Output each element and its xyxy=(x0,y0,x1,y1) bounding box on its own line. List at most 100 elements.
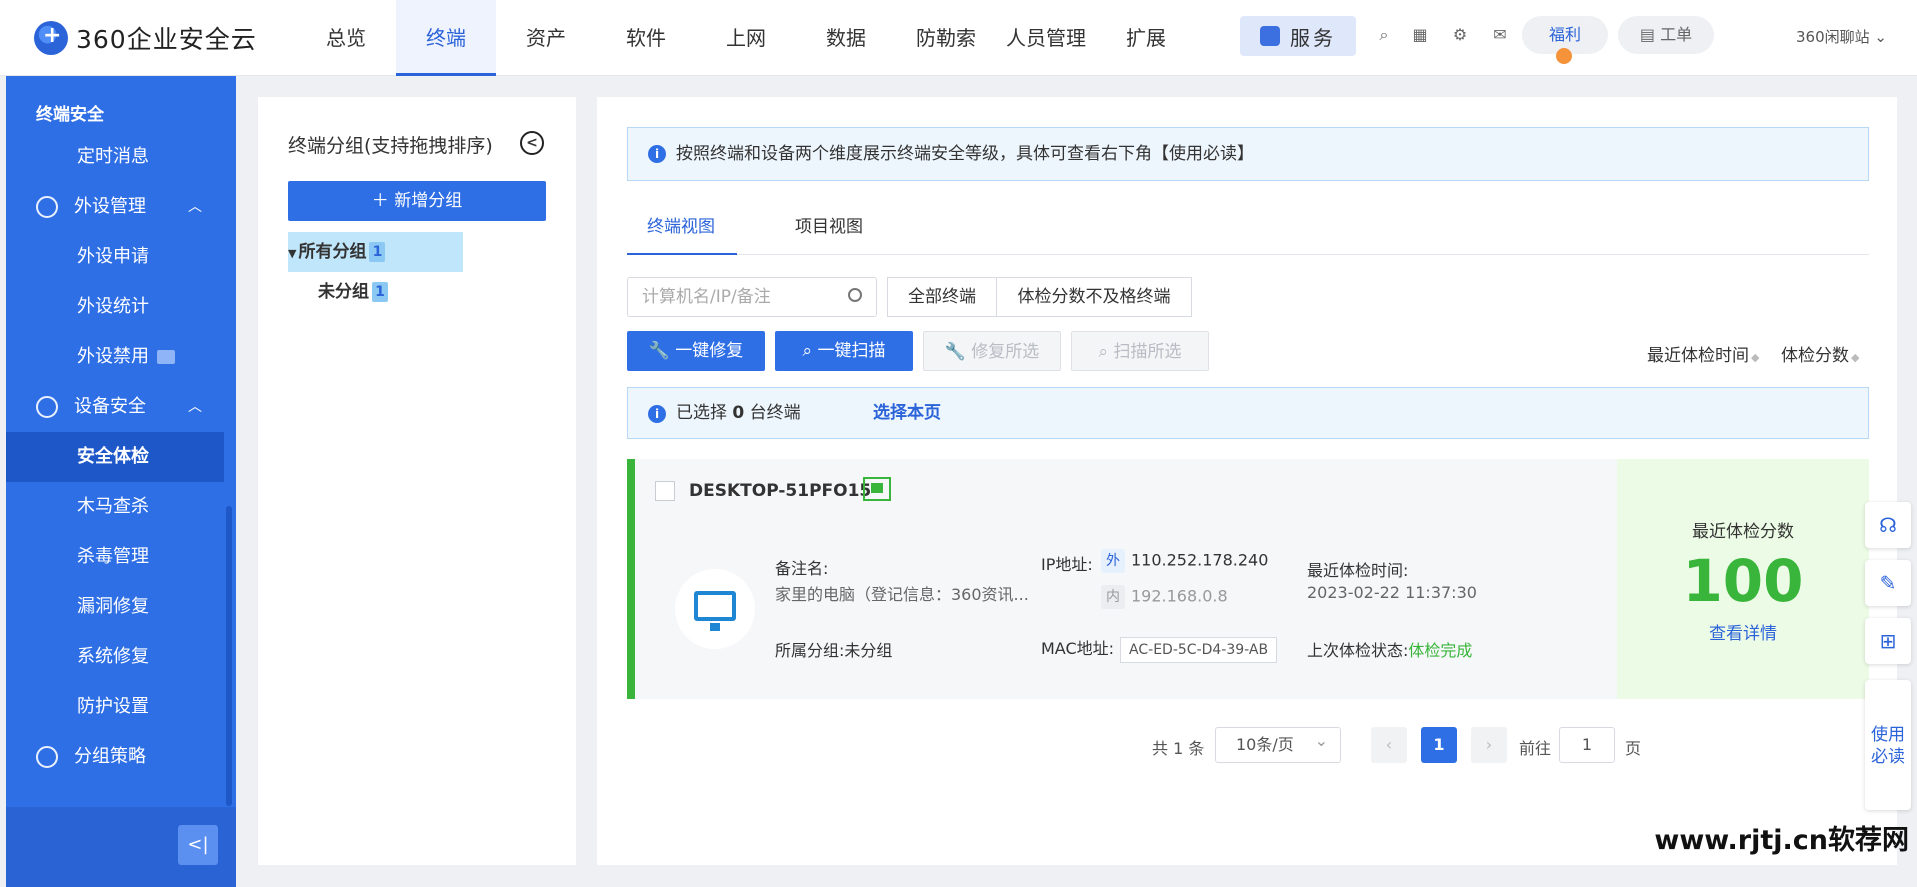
nav-ransomware[interactable]: 防勒索 xyxy=(896,0,996,76)
sidebar-item-timed-message[interactable]: 定时消息 xyxy=(6,132,224,182)
score-title: 最近体检分数 xyxy=(1692,522,1794,542)
info-icon: i xyxy=(648,405,666,423)
user-menu[interactable]: 360闲聊站 ⌄ xyxy=(1796,26,1887,47)
sort-icon: ◆ xyxy=(1851,351,1860,364)
sort-by-time[interactable]: 最近体检时间 ◆ xyxy=(1647,341,1759,366)
qrcode-icon[interactable]: ▦ xyxy=(1411,26,1429,44)
page-1-button[interactable]: 1 xyxy=(1421,727,1457,763)
check-time-label: 最近体检时间: xyxy=(1307,561,1409,580)
collapse-sidebar-button[interactable]: <| xyxy=(178,825,218,865)
mac-info: MAC地址: AC-ED-5C-D4-39-AB xyxy=(1041,635,1278,663)
goto-page-input[interactable]: 1 xyxy=(1559,727,1615,763)
sidebar-item-antivirus[interactable]: 杀毒管理 xyxy=(6,532,224,582)
sidebar-item-trojan-scan[interactable]: 木马查杀 xyxy=(6,482,224,532)
page-size-select[interactable]: 10条/页 xyxy=(1215,724,1341,763)
nav-internet[interactable]: 上网 xyxy=(696,0,796,76)
prev-page-button[interactable]: ‹ xyxy=(1371,727,1407,763)
sidebar-section-title: 终端安全 xyxy=(36,105,104,125)
tab-endpoint-view[interactable]: 终端视图 xyxy=(627,209,737,255)
sidebar-item-label: 分组策略 xyxy=(74,746,146,767)
notification-dot xyxy=(1556,48,1572,64)
sort-by-score[interactable]: 体检分数 ◆ xyxy=(1781,341,1859,366)
nav-endpoint[interactable]: 终端 xyxy=(396,0,496,76)
logo[interactable]: 360企业安全云 xyxy=(34,18,257,58)
filter-failed-endpoints[interactable]: 体检分数不及格终端 xyxy=(996,277,1192,317)
nav-extend[interactable]: 扩展 xyxy=(1096,0,1196,76)
mail-icon[interactable]: ✉ xyxy=(1491,26,1509,44)
org-chart-icon[interactable]: ⊞ xyxy=(1865,618,1911,664)
sidebar-item-security-check[interactable]: 安全体检 xyxy=(6,432,224,482)
button-label: 一键扫描 xyxy=(817,341,886,361)
sidebar-item-device-security[interactable]: 设备安全 ︿ xyxy=(6,382,224,432)
chart-icon xyxy=(157,350,175,364)
sort-icon: ◆ xyxy=(1751,351,1760,364)
fix-selected-button[interactable]: 🔧 修复所选 xyxy=(923,331,1061,371)
ticket-button[interactable]: ▤ 工单 xyxy=(1618,16,1714,54)
page-suffix: 页 xyxy=(1625,739,1642,758)
sort-label: 体检分数 xyxy=(1781,346,1849,366)
endpoint-checkbox[interactable] xyxy=(655,481,675,501)
edit-icon[interactable]: ✎ xyxy=(1865,560,1911,606)
add-group-label: 新增分组 xyxy=(394,191,463,211)
ip-label: IP地址: xyxy=(1041,555,1093,574)
sidebar-item-peripheral-disable[interactable]: 外设禁用 xyxy=(6,332,224,382)
one-click-fix-button[interactable]: 🔧 一键修复 xyxy=(627,331,765,371)
selected-count: 0 xyxy=(732,403,745,423)
group-panel-title: 终端分组(支持拖拽排序) xyxy=(288,135,493,157)
sidebar-item-system-fix[interactable]: 系统修复 xyxy=(6,632,224,682)
selected-suffix: 台终端 xyxy=(749,403,801,423)
sidebar-item-protection-settings[interactable]: 防护设置 xyxy=(6,682,224,732)
main-nav: 总览 终端 资产 软件 上网 数据 防勒索 人员管理 扩展 xyxy=(296,0,1196,76)
service-label: 服务 xyxy=(1290,25,1336,50)
filter-all-endpoints[interactable]: 全部终端 xyxy=(887,277,997,317)
sidebar-scrollbar[interactable] xyxy=(226,506,232,806)
selection-bar: i 已选择 0 台终端 选择本页 xyxy=(627,387,1869,439)
headset-icon[interactable]: ☊ xyxy=(1865,502,1911,548)
sidebar-item-group-policy[interactable]: 分组策略 xyxy=(6,732,224,782)
collapse-panel-icon[interactable]: < xyxy=(520,131,544,155)
scan-selected-button[interactable]: ⌕ 扫描所选 xyxy=(1071,331,1209,371)
next-page-button[interactable]: › xyxy=(1471,727,1507,763)
tree-item-all-groups[interactable]: ▼ 所有分组 1 xyxy=(288,232,463,272)
sidebar-footer: <| xyxy=(6,807,236,887)
endpoint-card[interactable]: DESKTOP-51PFO15 备注名: 家里的电脑（登记信息：360资讯...… xyxy=(627,459,1869,699)
tab-project-view[interactable]: 项目视图 xyxy=(795,209,863,255)
status-label: 上次体检状态: xyxy=(1307,641,1409,660)
tree-item-ungrouped[interactable]: 未分组 1 xyxy=(318,272,388,312)
sidebar-item-label: 外设禁用 xyxy=(77,346,149,367)
add-group-button[interactable]: ＋ 新增分组 xyxy=(288,181,546,221)
one-click-scan-button[interactable]: ⌕ 一键扫描 xyxy=(775,331,913,371)
main-panel: i 按照终端和设备两个维度展示终端安全等级，具体可查看右下角【使用必读】 终端视… xyxy=(597,97,1897,865)
select-page-link[interactable]: 选择本页 xyxy=(873,388,941,438)
nav-data[interactable]: 数据 xyxy=(796,0,896,76)
top-bar: 360企业安全云 总览 终端 资产 软件 上网 数据 防勒索 人员管理 扩展 服… xyxy=(0,0,1917,76)
check-time-value: 2023-02-22 11:37:30 xyxy=(1307,583,1477,602)
group-label: 所属分组: xyxy=(775,641,845,660)
service-button[interactable]: 服务 xyxy=(1240,16,1356,56)
gear-icon[interactable]: ⚙ xyxy=(1451,26,1469,44)
sidebar-item-vuln-fix[interactable]: 漏洞修复 xyxy=(6,582,224,632)
read-first-button[interactable]: 使用必读 xyxy=(1865,680,1911,810)
sidebar-item-peripheral-stats[interactable]: 外设统计 xyxy=(6,282,224,332)
mac-value: AC-ED-5C-D4-39-AB xyxy=(1120,636,1278,663)
chevron-up-icon: ︿ xyxy=(188,399,202,415)
watermark: www.rjtj.cn软荐网 xyxy=(1654,825,1909,856)
sort-label: 最近体检时间 xyxy=(1647,346,1749,366)
sidebar-item-peripheral[interactable]: 外设管理 ︿ xyxy=(6,182,224,232)
search-placeholder: 计算机名/IP/备注 xyxy=(642,287,771,307)
user-label: 360闲聊站 xyxy=(1796,28,1870,46)
nav-people[interactable]: 人员管理 xyxy=(996,0,1096,76)
nav-assets[interactable]: 资产 xyxy=(496,0,596,76)
ip-internal: 内 192.168.0.8 xyxy=(1101,585,1228,609)
nav-overview[interactable]: 总览 xyxy=(296,0,396,76)
tree-item-label: 未分组 xyxy=(318,282,369,302)
search-icon[interactable]: ⌕ xyxy=(1375,26,1393,44)
remark-label: 备注名: xyxy=(775,559,829,578)
ip-external-value: 110.252.178.240 xyxy=(1131,550,1269,570)
nav-software[interactable]: 软件 xyxy=(596,0,696,76)
search-input[interactable]: 计算机名/IP/备注 xyxy=(627,277,877,317)
view-tabs: 终端视图 项目视图 xyxy=(627,209,1869,255)
sidebar-item-peripheral-request[interactable]: 外设申请 xyxy=(6,232,224,282)
view-details-link[interactable]: 查看详情 xyxy=(1617,619,1869,644)
notice-text: 按照终端和设备两个维度展示终端安全等级，具体可查看右下角【使用必读】 xyxy=(676,144,1254,164)
